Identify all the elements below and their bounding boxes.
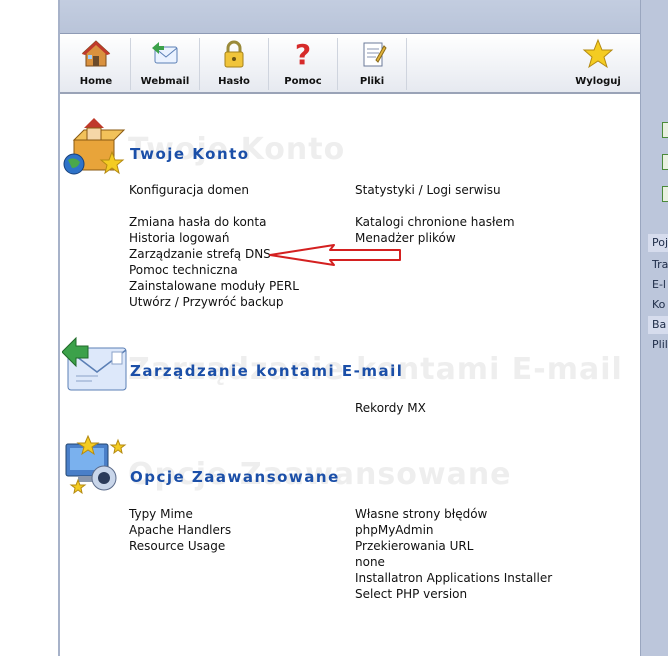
webmail-button[interactable]: Webmail <box>131 34 199 92</box>
sidebar-item[interactable]: Plil <box>652 336 668 354</box>
link-url-redirects[interactable]: Przekierowania URL <box>355 539 473 553</box>
home-icon <box>81 40 111 67</box>
link-php-version[interactable]: Select PHP version <box>355 587 467 601</box>
link-none[interactable]: none <box>355 555 385 569</box>
padlock-icon <box>224 40 244 68</box>
green-checkbox-icon[interactable] <box>662 154 668 170</box>
svg-text:?: ? <box>295 38 311 70</box>
question-mark-icon: ? <box>295 38 311 70</box>
left-frame-border <box>58 0 60 656</box>
advanced-section-title: Opcje Zaawansowane <box>130 468 340 486</box>
webmail-icon <box>152 42 178 64</box>
link-change-password[interactable]: Zmiana hasła do konta <box>129 215 266 229</box>
sidebar-item[interactable]: Ko <box>652 296 668 314</box>
home-button[interactable]: Home <box>62 34 130 92</box>
account-section-icon <box>63 118 126 175</box>
logout-button[interactable]: Wyloguj <box>564 34 632 92</box>
home-label: Home <box>79 76 113 87</box>
left-margin <box>0 0 58 656</box>
link-file-manager[interactable]: Menadżer plików <box>355 231 456 245</box>
sidebar-item[interactable]: Poj <box>648 234 668 252</box>
link-login-history[interactable]: Historia logowań <box>129 231 230 245</box>
link-mx-records[interactable]: Rekordy MX <box>355 401 426 415</box>
sidebar-item[interactable]: Ba <box>648 316 668 334</box>
link-backup[interactable]: Utwórz / Przywróć backup <box>129 295 284 309</box>
password-button[interactable]: Hasło <box>200 34 268 92</box>
red-arrow-annotation <box>269 244 401 266</box>
link-installatron[interactable]: Installatron Applications Installer <box>355 571 552 585</box>
star-icon <box>582 38 614 69</box>
green-checkbox-icon[interactable] <box>662 186 668 202</box>
top-header-strip <box>60 0 640 34</box>
link-error-pages[interactable]: Własne strony błędów <box>355 507 487 521</box>
link-domain-config[interactable]: Konfiguracja domen <box>129 183 249 197</box>
link-perl-modules[interactable]: Zainstalowane moduły PERL <box>129 279 299 293</box>
link-statistics-logs[interactable]: Statystyki / Logi serwisu <box>355 183 501 197</box>
password-label: Hasło <box>218 76 250 87</box>
link-resource-usage[interactable]: Resource Usage <box>129 539 225 553</box>
email-section-title: Zarządzanie kontami E-mail <box>130 362 404 380</box>
logout-label: Wyloguj <box>575 76 621 87</box>
file-manager-icon <box>363 42 387 67</box>
advanced-section-icon <box>65 434 127 495</box>
link-dns-zone[interactable]: Zarządzanie strefą DNS <box>129 247 271 261</box>
files-label: Pliki <box>359 76 385 87</box>
link-support[interactable]: Pomoc techniczna <box>129 263 238 277</box>
link-apache-handlers[interactable]: Apache Handlers <box>129 523 231 537</box>
toolbar: Home Webmail Hasło ? Pomoc Pliki Wyloguj <box>60 34 640 94</box>
webmail-label: Webmail <box>140 76 190 87</box>
help-button[interactable]: ? Pomoc <box>269 34 337 92</box>
link-mime-types[interactable]: Typy Mime <box>129 507 193 521</box>
files-button[interactable]: Pliki <box>338 34 406 92</box>
link-phpmyadmin[interactable]: phpMyAdmin <box>355 523 434 537</box>
account-section-title: Twoje Konto <box>130 145 250 163</box>
help-label: Pomoc <box>284 76 322 87</box>
green-checkbox-icon[interactable] <box>662 122 668 138</box>
sidebar-item[interactable]: E-l <box>652 276 668 294</box>
link-protected-dirs[interactable]: Katalogi chronione hasłem <box>355 215 515 229</box>
email-section-icon <box>62 336 127 391</box>
toolbar-divider <box>406 38 407 90</box>
sidebar-item[interactable]: Tra <box>652 256 668 274</box>
